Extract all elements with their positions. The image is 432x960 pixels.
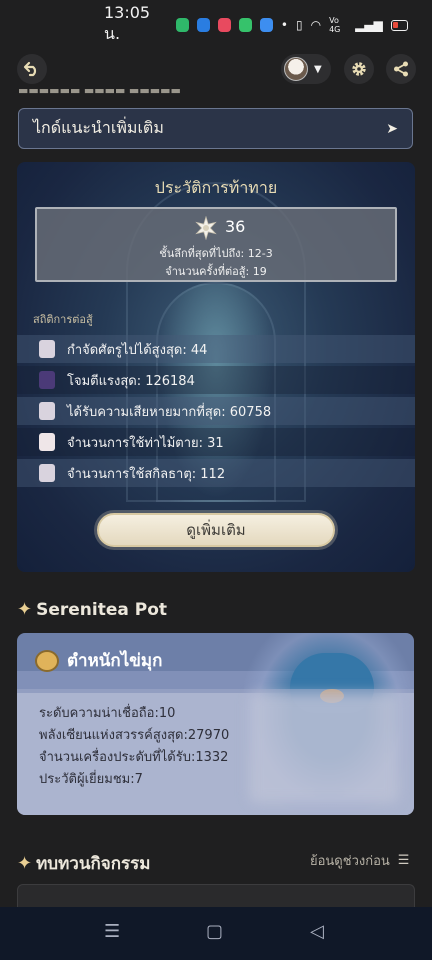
stat-row: จำนวนการใช้ท่าไม้ตาย: 31 — [17, 428, 415, 456]
battle-count: จำนวนครั้งที่ต่อสู้: 19 — [165, 265, 267, 278]
menu-icon: ☰ — [397, 853, 410, 868]
history-link[interactable]: ย้อนดูช่วงก่อน ☰ — [310, 850, 409, 871]
app-notification-icon — [239, 18, 252, 32]
app-notification-icon — [218, 18, 232, 32]
app-notification-icon — [176, 18, 190, 32]
history-label: ย้อนดูช่วงก่อน — [310, 854, 390, 869]
back-nav-icon[interactable]: ◁ — [310, 921, 324, 942]
stat-row: โจมตีแรงสุด: 126184 — [17, 366, 415, 394]
status-indicators: • ▯ ◠ Vo 4G ▂▄▆ — [280, 16, 409, 34]
deepest-floor: ชั้นลึกที่สุดที่ไปถึง: 12-3 — [159, 247, 273, 260]
character-icon — [39, 402, 55, 420]
stat-label: กำจัดศัตรูไปได้สูงสุด: 44 — [67, 342, 208, 358]
character-icon — [39, 340, 55, 358]
guide-label: ไกด์แนะนำเพิ่มเติม — [33, 118, 164, 137]
stat-label: จำนวนการใช้สกิลธาตุ: 112 — [67, 466, 226, 482]
back-arrow-icon — [23, 61, 37, 77]
abyss-summary-box: 36 ชั้นลึกที่สุดที่ไปถึง: 12-3 จำนวนครั้… — [35, 207, 397, 282]
share-button[interactable] — [386, 54, 416, 84]
sparkle-icon: ✦ — [17, 599, 33, 620]
wifi-icon: ◠ — [310, 18, 322, 32]
sparkle-icon: ✦ — [17, 853, 33, 874]
signal-icon: ▂▄▆ — [355, 18, 383, 32]
events-heading-text: ทบทวนกิจกรรม — [36, 854, 151, 874]
guide-link[interactable]: ไกด์แนะนำเพิ่มเติม ➤ — [18, 108, 413, 149]
avatar — [284, 57, 308, 81]
status-bar: 13:05 น. • ▯ ◠ Vo 4G ▂▄▆ — [0, 0, 432, 50]
stat-row: ได้รับความเสียหายมากที่สุด: 60758 — [17, 397, 415, 425]
arrow-right-icon: ➤ — [386, 120, 398, 137]
top-toolbar: ▼ — [0, 52, 432, 88]
realm-name: ตำหนักไข่มุก — [67, 651, 163, 671]
blurred-region — [249, 693, 399, 803]
character-icon — [39, 464, 55, 482]
chevron-down-icon: ▼ — [314, 63, 322, 75]
back-button[interactable] — [17, 54, 47, 84]
dot-icon: • — [280, 18, 288, 32]
star-count: 36 — [225, 217, 246, 236]
vibrate-icon: ▯ — [296, 18, 303, 32]
account-switcher[interactable]: ▼ — [281, 54, 331, 84]
serenitea-heading-text: Serenitea Pot — [36, 599, 168, 620]
stat-label: โจมตีแรงสุด: 126184 — [67, 373, 195, 389]
stat-label: ได้รับความเสียหายมากที่สุด: 60758 — [67, 404, 272, 420]
home-icon[interactable]: ▢ — [206, 921, 223, 942]
network-label: Vo 4G — [329, 16, 341, 34]
abyss-star-icon — [195, 216, 217, 240]
stat-row: จำนวนการใช้สกิลธาตุ: 112 — [17, 459, 415, 487]
character-icon — [39, 433, 55, 451]
status-time: 13:05 น. — [104, 3, 151, 43]
stats-heading: สถิติการต่อสู้ — [33, 313, 93, 326]
stat-row: กำจัดศัตรูไปได้สูงสุด: 44 — [17, 335, 415, 363]
settings-button[interactable] — [344, 54, 374, 84]
app-notification-icon — [259, 18, 273, 32]
serenitea-card[interactable]: ตำหนักไข่มุก ระดับความน่าเชื่อถือ:10 พลั… — [17, 633, 414, 815]
stat-label: จำนวนการใช้ท่าไม้ตาย: 31 — [67, 435, 224, 451]
realm-name-row: ตำหนักไข่มุก — [35, 647, 162, 674]
system-nav-bar: ☰ ▢ ◁ — [0, 907, 432, 960]
recents-icon[interactable]: ☰ — [104, 921, 120, 942]
share-icon — [394, 61, 408, 77]
character-icon — [39, 371, 55, 389]
challenge-history-card: ประวัติการท้าทาย 36 ชั้นลึกที่สุดที่ไปถึ… — [17, 162, 415, 572]
see-more-button[interactable]: ดูเพิ่มเติม — [97, 513, 335, 547]
events-heading: ✦ ทบทวนกิจกรรม — [17, 850, 150, 877]
battery-icon — [390, 19, 409, 31]
gear-icon — [352, 62, 366, 76]
serenitea-heading: ✦ Serenitea Pot — [17, 599, 167, 620]
scrolled-text-remnant: ▬▬▬▬▬▬ ▬▬▬▬ ▬▬▬▬▬ — [18, 84, 181, 94]
teapot-spirit-icon — [35, 649, 59, 672]
challenge-title: ประวัติการท้าทาย — [154, 178, 278, 197]
app-notification-icon — [197, 18, 211, 32]
